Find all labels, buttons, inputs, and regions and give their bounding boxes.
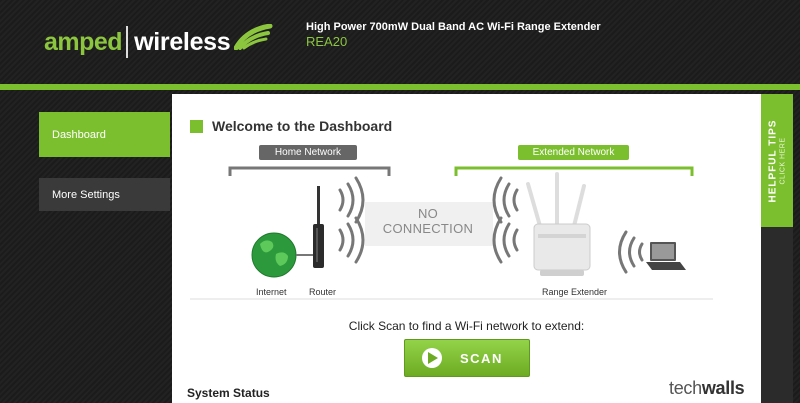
extended-network-bracket <box>454 166 694 176</box>
scan-button-label: SCAN <box>460 350 503 366</box>
app-window: amped wireless High Power 700mW Dual Ban… <box>0 0 800 403</box>
tips-panel-background <box>761 227 793 403</box>
watermark-part2: walls <box>701 378 745 398</box>
dashboard-panel: Welcome to the Dashboard Home Network Ex… <box>172 94 761 403</box>
logo-wireless-text: wireless <box>134 27 231 56</box>
header-accent-line <box>0 84 800 90</box>
sidebar-item-label: More Settings <box>52 188 120 201</box>
system-status-heading: System Status <box>187 386 270 400</box>
router-caption: Router <box>309 287 337 297</box>
helpful-tips-tab[interactable]: HELPFUL TIPS CLICK HERE <box>761 94 793 227</box>
logo-amped-text: amped <box>44 27 123 56</box>
home-network-bracket <box>228 166 391 176</box>
no-connection-text: NO CONNECTION <box>369 206 487 236</box>
router-icon <box>313 186 324 268</box>
product-model: REA20 <box>306 34 348 49</box>
brand-logo: amped wireless <box>44 22 274 62</box>
internet-caption: Internet <box>256 287 287 297</box>
watermark: techwalls <box>669 378 745 399</box>
router-wifi-waves-icon <box>338 176 365 264</box>
home-network-label: Home Network <box>259 145 357 160</box>
range-extender-caption: Range Extender <box>542 287 608 297</box>
no-connection-line2: CONNECTION <box>382 221 474 236</box>
sidebar-item-more-settings[interactable]: More Settings <box>39 178 170 211</box>
product-info: High Power 700mW Dual Band AC Wi-Fi Rang… <box>306 21 601 49</box>
no-connection-line1: NO <box>417 206 439 221</box>
laptop-icon <box>646 242 686 270</box>
globe-icon <box>251 232 297 278</box>
scan-button[interactable]: SCAN <box>404 339 530 377</box>
extender-wifi-waves-icon <box>492 176 519 264</box>
product-title: High Power 700mW Dual Band AC Wi-Fi Rang… <box>306 21 601 33</box>
play-icon <box>422 348 442 368</box>
watermark-part1: tech <box>669 378 702 398</box>
scan-prompt: Click Scan to find a Wi-Fi network to ex… <box>348 319 585 333</box>
helpful-tips-text: HELPFUL TIPS CLICK HERE <box>768 119 787 202</box>
extended-network-label: Extended Network <box>518 145 629 160</box>
helpful-tips-title: HELPFUL TIPS <box>767 119 779 202</box>
sidebar-item-dashboard[interactable]: Dashboard <box>39 112 170 157</box>
helpful-tips-subtitle: CLICK HERE <box>779 137 787 185</box>
header: amped wireless High Power 700mW Dual Ban… <box>0 0 800 84</box>
laptop-wifi-waves-icon <box>618 230 644 274</box>
sidebar-item-label: Dashboard <box>52 128 106 141</box>
logo-swoosh-icon <box>234 24 273 50</box>
logo-divider <box>126 26 129 58</box>
range-extender-icon <box>526 172 591 276</box>
